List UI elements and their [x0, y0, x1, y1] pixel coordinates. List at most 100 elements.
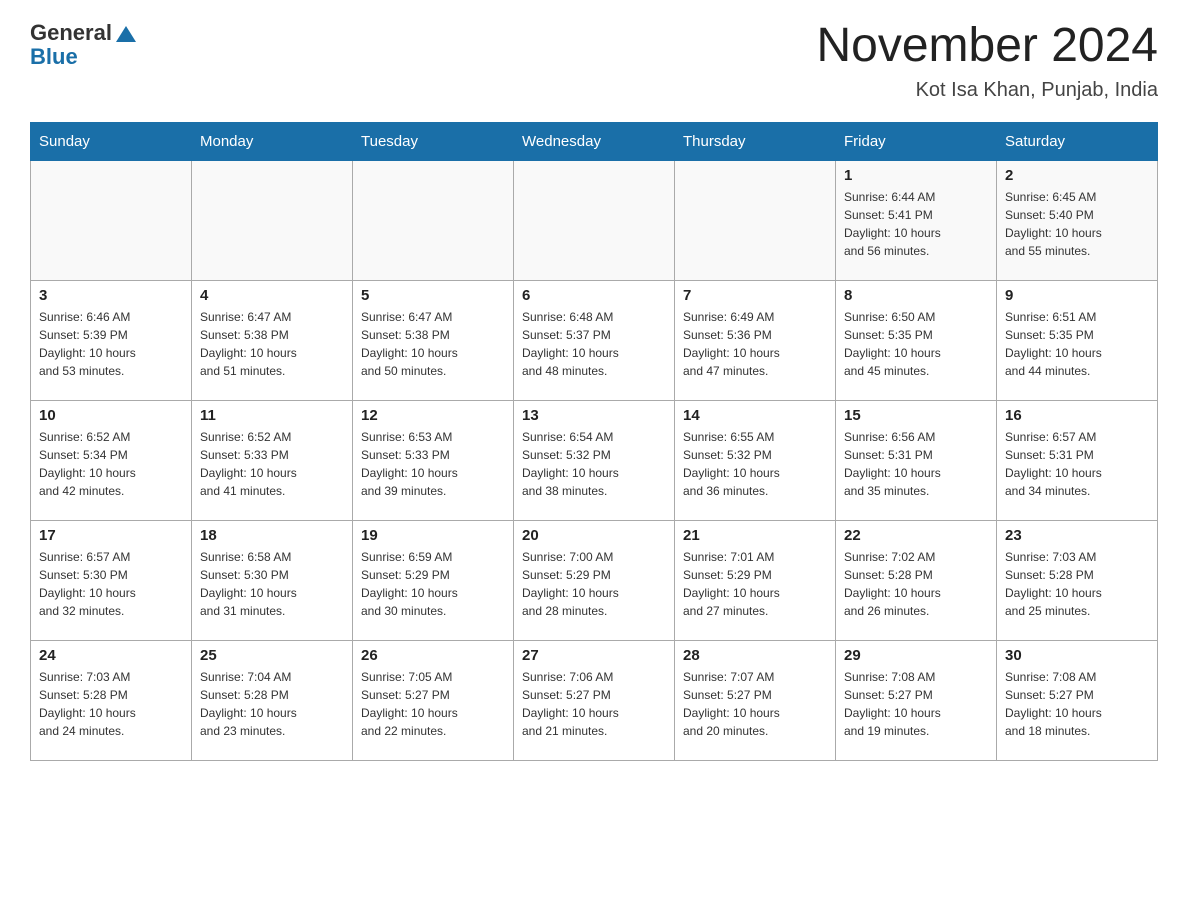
- day-number: 18: [200, 527, 344, 544]
- day-of-week-header: Saturday: [997, 122, 1158, 160]
- day-info: Sunrise: 6:56 AM Sunset: 5:31 PM Dayligh…: [844, 428, 988, 500]
- day-number: 22: [844, 527, 988, 544]
- day-number: 12: [361, 407, 505, 424]
- calendar-week-row: 1 Sunrise: 6:44 AM Sunset: 5:41 PM Daylig…: [31, 160, 1158, 280]
- day-info: Sunrise: 6:55 AM Sunset: 5:32 PM Dayligh…: [683, 428, 827, 500]
- day-number: 23: [1005, 527, 1149, 544]
- day-info: Sunrise: 6:46 AM Sunset: 5:39 PM Dayligh…: [39, 308, 183, 380]
- location-title: Kot Isa Khan, Punjab, India: [816, 79, 1158, 102]
- calendar-cell: 26 Sunrise: 7:05 AM Sunset: 5:27 PM Dayli…: [353, 640, 514, 760]
- day-number: 24: [39, 647, 183, 664]
- day-number: 3: [39, 287, 183, 304]
- day-info: Sunrise: 7:07 AM Sunset: 5:27 PM Dayligh…: [683, 668, 827, 740]
- day-number: 11: [200, 407, 344, 424]
- day-info: Sunrise: 6:49 AM Sunset: 5:36 PM Dayligh…: [683, 308, 827, 380]
- calendar-cell: 27 Sunrise: 7:06 AM Sunset: 5:27 PM Dayli…: [514, 640, 675, 760]
- day-number: 27: [522, 647, 666, 664]
- logo-blue-text: Blue: [30, 44, 136, 70]
- day-info: Sunrise: 7:00 AM Sunset: 5:29 PM Dayligh…: [522, 548, 666, 620]
- calendar-cell: 25 Sunrise: 7:04 AM Sunset: 5:28 PM Dayli…: [192, 640, 353, 760]
- day-number: 19: [361, 527, 505, 544]
- day-number: 15: [844, 407, 988, 424]
- day-info: Sunrise: 6:52 AM Sunset: 5:33 PM Dayligh…: [200, 428, 344, 500]
- day-of-week-header: Wednesday: [514, 122, 675, 160]
- calendar-cell: 30 Sunrise: 7:08 AM Sunset: 5:27 PM Dayli…: [997, 640, 1158, 760]
- day-info: Sunrise: 7:08 AM Sunset: 5:27 PM Dayligh…: [844, 668, 988, 740]
- logo: General Blue: [30, 20, 136, 70]
- calendar-cell: 15 Sunrise: 6:56 AM Sunset: 5:31 PM Dayli…: [836, 400, 997, 520]
- day-number: 4: [200, 287, 344, 304]
- calendar-cell: 4 Sunrise: 6:47 AM Sunset: 5:38 PM Daylig…: [192, 280, 353, 400]
- day-info: Sunrise: 6:54 AM Sunset: 5:32 PM Dayligh…: [522, 428, 666, 500]
- calendar-cell: 17Sunrise: 6:57 AM Sunset: 5:30 PM Dayli…: [31, 520, 192, 640]
- day-number: 20: [522, 527, 666, 544]
- day-info: Sunrise: 6:57 AM Sunset: 5:30 PM Dayligh…: [39, 548, 183, 620]
- day-info: Sunrise: 6:50 AM Sunset: 5:35 PM Dayligh…: [844, 308, 988, 380]
- title-section: November 2024 Kot Isa Khan, Punjab, Indi…: [816, 20, 1158, 102]
- day-number: 13: [522, 407, 666, 424]
- calendar-cell: 11 Sunrise: 6:52 AM Sunset: 5:33 PM Dayli…: [192, 400, 353, 520]
- calendar-cell: 13 Sunrise: 6:54 AM Sunset: 5:32 PM Dayli…: [514, 400, 675, 520]
- day-of-week-header: Monday: [192, 122, 353, 160]
- calendar-cell: [514, 160, 675, 280]
- day-number: 10: [39, 407, 183, 424]
- day-info: Sunrise: 6:44 AM Sunset: 5:41 PM Dayligh…: [844, 188, 988, 260]
- calendar-week-row: 10 Sunrise: 6:52 AM Sunset: 5:34 PM Dayli…: [31, 400, 1158, 520]
- day-number: 2: [1005, 167, 1149, 184]
- month-title: November 2024: [816, 20, 1158, 73]
- calendar-cell: [192, 160, 353, 280]
- day-of-week-header: Tuesday: [353, 122, 514, 160]
- calendar-table: SundayMondayTuesdayWednesdayThursdayFrid…: [30, 122, 1158, 761]
- day-info: Sunrise: 6:52 AM Sunset: 5:34 PM Dayligh…: [39, 428, 183, 500]
- calendar-cell: [31, 160, 192, 280]
- calendar-cell: 2Sunrise: 6:45 AM Sunset: 5:40 PM Daylig…: [997, 160, 1158, 280]
- calendar-week-row: 3 Sunrise: 6:46 AM Sunset: 5:39 PM Daylig…: [31, 280, 1158, 400]
- calendar-cell: 14Sunrise: 6:55 AM Sunset: 5:32 PM Dayli…: [675, 400, 836, 520]
- day-number: 16: [1005, 407, 1149, 424]
- day-info: Sunrise: 7:05 AM Sunset: 5:27 PM Dayligh…: [361, 668, 505, 740]
- day-info: Sunrise: 6:47 AM Sunset: 5:38 PM Dayligh…: [361, 308, 505, 380]
- calendar-cell: 19 Sunrise: 6:59 AM Sunset: 5:29 PM Dayli…: [353, 520, 514, 640]
- day-info: Sunrise: 7:02 AM Sunset: 5:28 PM Dayligh…: [844, 548, 988, 620]
- calendar-cell: 20 Sunrise: 7:00 AM Sunset: 5:29 PM Dayli…: [514, 520, 675, 640]
- day-info: Sunrise: 7:08 AM Sunset: 5:27 PM Dayligh…: [1005, 668, 1149, 740]
- day-info: Sunrise: 6:48 AM Sunset: 5:37 PM Dayligh…: [522, 308, 666, 380]
- day-of-week-header: Thursday: [675, 122, 836, 160]
- day-info: Sunrise: 7:01 AM Sunset: 5:29 PM Dayligh…: [683, 548, 827, 620]
- day-number: 28: [683, 647, 827, 664]
- calendar-cell: 18Sunrise: 6:58 AM Sunset: 5:30 PM Dayli…: [192, 520, 353, 640]
- calendar-cell: 7 Sunrise: 6:49 AM Sunset: 5:36 PM Daylig…: [675, 280, 836, 400]
- calendar-week-row: 17Sunrise: 6:57 AM Sunset: 5:30 PM Dayli…: [31, 520, 1158, 640]
- day-number: 9: [1005, 287, 1149, 304]
- calendar-cell: 8 Sunrise: 6:50 AM Sunset: 5:35 PM Daylig…: [836, 280, 997, 400]
- calendar-cell: 9Sunrise: 6:51 AM Sunset: 5:35 PM Daylig…: [997, 280, 1158, 400]
- day-number: 7: [683, 287, 827, 304]
- calendar-cell: 24Sunrise: 7:03 AM Sunset: 5:28 PM Dayli…: [31, 640, 192, 760]
- day-info: Sunrise: 6:47 AM Sunset: 5:38 PM Dayligh…: [200, 308, 344, 380]
- logo-triangle-icon: [116, 26, 136, 42]
- calendar-header-row: SundayMondayTuesdayWednesdayThursdayFrid…: [31, 122, 1158, 160]
- day-number: 26: [361, 647, 505, 664]
- calendar-week-row: 24Sunrise: 7:03 AM Sunset: 5:28 PM Dayli…: [31, 640, 1158, 760]
- day-number: 1: [844, 167, 988, 184]
- day-number: 29: [844, 647, 988, 664]
- calendar-cell: [675, 160, 836, 280]
- day-number: 8: [844, 287, 988, 304]
- day-info: Sunrise: 6:59 AM Sunset: 5:29 PM Dayligh…: [361, 548, 505, 620]
- page-header: General Blue November 2024 Kot Isa Khan,…: [30, 20, 1158, 102]
- calendar-cell: 12Sunrise: 6:53 AM Sunset: 5:33 PM Dayli…: [353, 400, 514, 520]
- day-info: Sunrise: 7:04 AM Sunset: 5:28 PM Dayligh…: [200, 668, 344, 740]
- calendar-cell: 16Sunrise: 6:57 AM Sunset: 5:31 PM Dayli…: [997, 400, 1158, 520]
- logo-general-text: General: [30, 20, 112, 46]
- calendar-cell: 5Sunrise: 6:47 AM Sunset: 5:38 PM Daylig…: [353, 280, 514, 400]
- day-number: 30: [1005, 647, 1149, 664]
- day-number: 6: [522, 287, 666, 304]
- calendar-cell: 23Sunrise: 7:03 AM Sunset: 5:28 PM Dayli…: [997, 520, 1158, 640]
- day-number: 25: [200, 647, 344, 664]
- calendar-cell: 1 Sunrise: 6:44 AM Sunset: 5:41 PM Daylig…: [836, 160, 997, 280]
- calendar-cell: 22 Sunrise: 7:02 AM Sunset: 5:28 PM Dayli…: [836, 520, 997, 640]
- calendar-cell: [353, 160, 514, 280]
- calendar-cell: 28 Sunrise: 7:07 AM Sunset: 5:27 PM Dayli…: [675, 640, 836, 760]
- day-info: Sunrise: 7:06 AM Sunset: 5:27 PM Dayligh…: [522, 668, 666, 740]
- calendar-cell: 3 Sunrise: 6:46 AM Sunset: 5:39 PM Daylig…: [31, 280, 192, 400]
